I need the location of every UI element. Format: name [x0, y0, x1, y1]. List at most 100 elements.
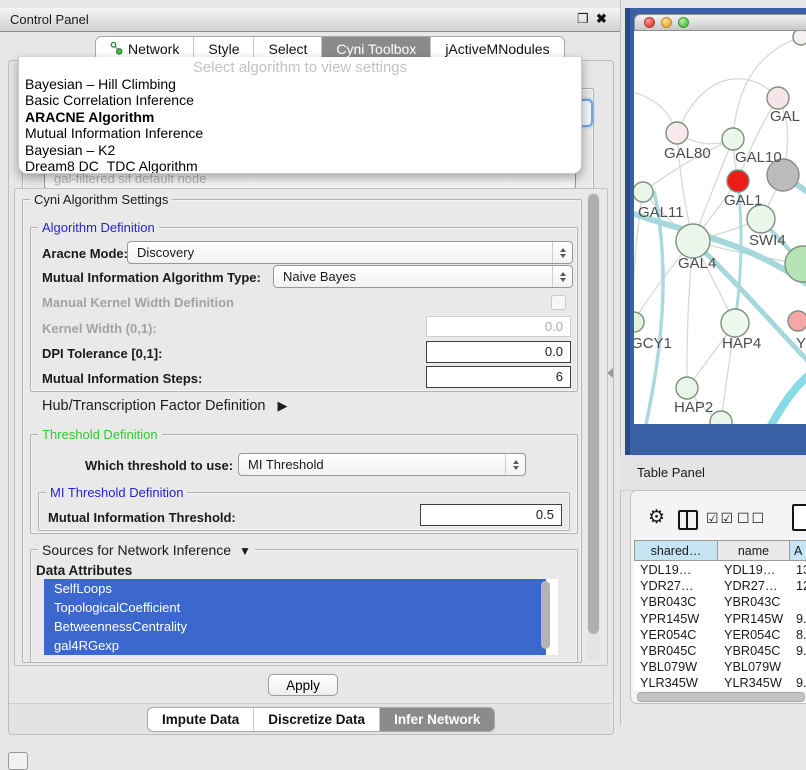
table-row[interactable]: YDR27…YDR27…12	[634, 578, 806, 594]
node-label: GAL80	[664, 145, 711, 162]
table-row[interactable]: YPR145WYPR145W9.	[634, 611, 806, 627]
algorithm-option-selected[interactable]: ARACNE Algorithm	[19, 109, 581, 125]
window-zoom-icon[interactable]	[678, 17, 689, 28]
table-settings-gear-icon[interactable]: ⚙	[648, 506, 665, 529]
bottom-tab-strip: Impute Data Discretize Data Infer Networ…	[147, 707, 495, 732]
node-red[interactable]	[727, 170, 749, 192]
node-gal-partial[interactable]	[767, 87, 789, 109]
table-row[interactable]: YBR045CYBR045C9.	[634, 643, 806, 659]
network-window-titlebar[interactable]	[634, 14, 806, 31]
table-row[interactable]: YBR043CYBR043C	[634, 594, 806, 610]
table-columns-icon-divider	[686, 512, 688, 528]
mi-threshold-group-title: MI Threshold Definition	[46, 485, 187, 500]
document-icon[interactable]	[792, 504, 806, 531]
table-row[interactable]: YBL079WYBL079W	[634, 659, 806, 675]
node-partial-top[interactable]	[793, 31, 806, 45]
node-partial-bottom[interactable]	[710, 411, 732, 424]
network-graph: GAL GAL80 GAL10 GAL1 GAL11 SWI4 GAL4 GCY…	[634, 31, 806, 424]
column-header-partial[interactable]: A	[790, 540, 806, 561]
window-close-icon[interactable]	[644, 17, 655, 28]
aracne-mode-combo[interactable]: Discovery	[127, 241, 573, 264]
algorithm-option[interactable]: Bayesian – Hill Climbing	[19, 76, 581, 92]
mi-threshold-field[interactable]: 0.5	[420, 504, 562, 526]
node-label: HAP4	[722, 335, 761, 352]
tab-network-label: Network	[128, 41, 179, 57]
kernel-width-field[interactable]: 0.0	[426, 316, 571, 337]
tab-infer-network[interactable]: Infer Network	[380, 708, 494, 731]
algorithm-popup-placeholder: Select algorithm to view settings	[19, 57, 581, 76]
node-gal80[interactable]	[666, 122, 688, 144]
algorithm-option[interactable]: Mutual Information Inference	[19, 125, 581, 141]
table-hscrollbar-thumb[interactable]	[637, 692, 805, 702]
list-item-selected[interactable]: SelfLoops	[44, 579, 546, 598]
node-gal11[interactable]	[634, 182, 653, 202]
algorithm-option[interactable]: Bayesian – K2	[19, 142, 581, 158]
algorithm-select-popup: Select algorithm to view settings Bayesi…	[18, 57, 582, 174]
node-table[interactable]: shared… name A YDL19…YDL19…13 YDR27…YDR2…	[634, 540, 806, 691]
table-row[interactable]: YLR345WYLR345W9.	[634, 675, 806, 691]
control-panel-title: Control Panel	[10, 12, 89, 27]
node-gal1[interactable]	[747, 205, 775, 233]
sources-group-title[interactable]: Sources for Network Inference ▼	[38, 542, 255, 558]
data-attributes-label: Data Attributes	[36, 563, 132, 578]
hub-definition-toggle[interactable]: Hub/Transcription Factor Definition ▶	[42, 398, 288, 414]
manual-kernel-width-label: Manual Kernel Width Definition	[42, 295, 234, 310]
which-threshold-combo[interactable]: MI Threshold	[238, 453, 526, 476]
combo-spinner-icon	[552, 242, 572, 263]
mi-steps-field[interactable]: 6	[426, 366, 571, 388]
threshold-definition-title: Threshold Definition	[38, 427, 162, 442]
mi-algorithm-type-label: Mutual Information Algorithm Type:	[42, 270, 261, 285]
settings-scrollbar-thumb[interactable]	[588, 194, 599, 634]
column-header-shared[interactable]: shared…	[634, 540, 718, 561]
node-label: GAL4	[678, 255, 716, 272]
table-columns-icon[interactable]	[678, 510, 698, 530]
deselect-checkboxes-icon[interactable]: ☐☐	[737, 510, 766, 527]
tab-discretize-data[interactable]: Discretize Data	[254, 708, 380, 731]
dpi-tolerance-field[interactable]: 0.0	[426, 341, 571, 363]
list-item-selected[interactable]: TopologicalCoefficient	[44, 598, 546, 617]
node-label: GAL11	[638, 204, 684, 221]
node-hap4[interactable]	[721, 309, 749, 337]
minimized-panel-icon[interactable]	[8, 752, 28, 770]
list-item-selected[interactable]: gal4RGexp	[44, 636, 546, 655]
float-icon[interactable]: ❐	[577, 11, 589, 27]
apply-button[interactable]: Apply	[268, 674, 338, 696]
close-icon[interactable]: ✖	[596, 11, 607, 27]
cyni-algorithm-settings-title: Cyni Algorithm Settings	[30, 192, 172, 207]
table-row[interactable]: YER054CYER054C8.	[634, 627, 806, 643]
mi-algorithm-type-combo[interactable]: Naive Bayes	[273, 265, 573, 288]
node-gcy1[interactable]	[634, 312, 644, 332]
list-item-selected[interactable]: BetweennessCentrality	[44, 617, 546, 636]
table-panel-title: Table Panel	[637, 465, 705, 480]
network-icon	[110, 42, 123, 55]
network-node-labels: GAL GAL80 GAL10 GAL1 GAL11 SWI4 GAL4 GCY…	[634, 108, 806, 416]
node-label: GCY1	[634, 335, 672, 352]
node-hap2[interactable]	[676, 377, 698, 399]
manual-kernel-width-checkbox[interactable]	[551, 295, 566, 310]
kernel-width-label: Kernel Width (0,1):	[42, 321, 157, 336]
algorithm-option[interactable]: Dream8 DC_TDC Algorithm	[19, 158, 581, 174]
algorithm-definition-title: Algorithm Definition	[38, 220, 159, 235]
node-gal4[interactable]	[676, 224, 710, 258]
column-header-name[interactable]: name	[718, 540, 790, 561]
disclosure-down-icon: ▼	[239, 544, 251, 558]
node-label: GAL	[770, 108, 800, 125]
node-label: GAL10	[735, 149, 782, 166]
panel-resize-handle[interactable]	[607, 368, 613, 378]
algorithm-option[interactable]: Basic Correlation Inference	[19, 92, 581, 108]
table-row[interactable]: YDL19…YDL19…13	[634, 562, 806, 578]
node-salmon[interactable]	[788, 311, 806, 331]
control-panel-titlebar	[0, 8, 620, 32]
dpi-tolerance-label: DPI Tolerance [0,1]:	[42, 346, 162, 361]
node-label: Y	[796, 335, 806, 352]
list-scrollbar-thumb[interactable]	[541, 581, 550, 649]
select-all-checkboxes-icon[interactable]: ☑☑	[706, 510, 735, 527]
node-gal10[interactable]	[722, 128, 744, 150]
data-attributes-list[interactable]: SelfLoops TopologicalCoefficient Between…	[44, 579, 558, 655]
window-minimize-icon[interactable]	[661, 17, 672, 28]
aracne-mode-label: Aracne Mode:	[42, 246, 128, 261]
tab-impute-data[interactable]: Impute Data	[148, 708, 254, 731]
network-canvas[interactable]: GAL GAL80 GAL10 GAL1 GAL11 SWI4 GAL4 GCY…	[634, 31, 806, 424]
disclosure-right-icon: ▶	[278, 398, 288, 413]
which-threshold-label: Which threshold to use:	[85, 458, 233, 473]
